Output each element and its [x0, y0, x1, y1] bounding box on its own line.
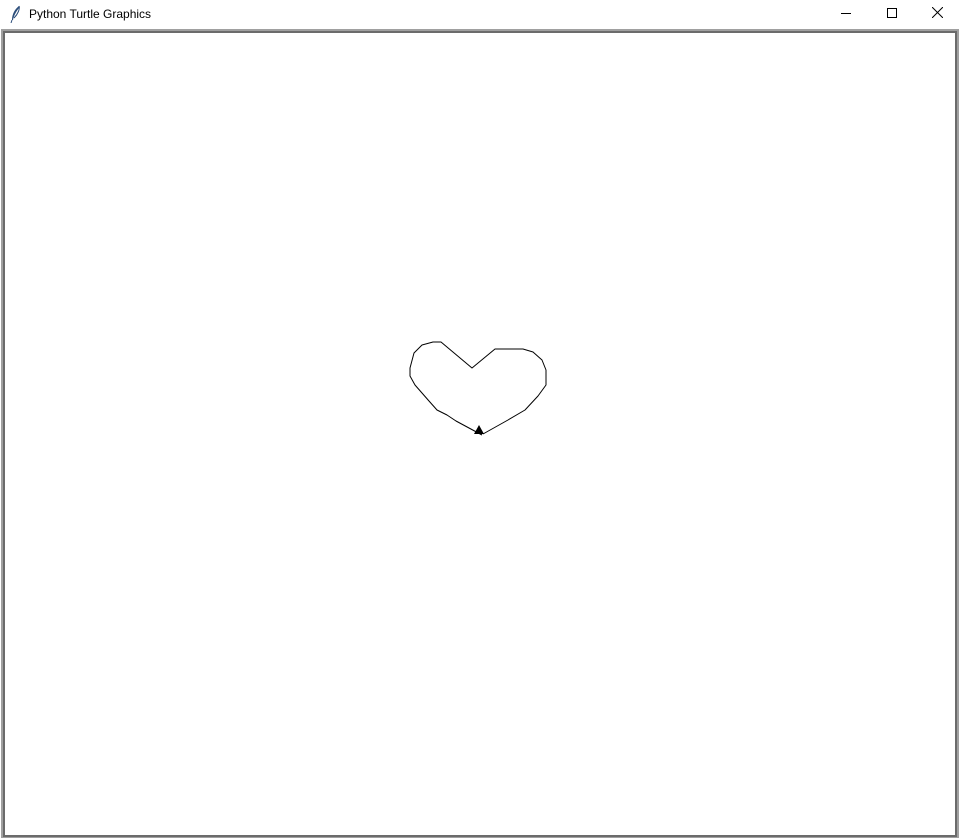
maximize-button[interactable] [869, 0, 915, 28]
close-button[interactable] [914, 0, 960, 28]
drawing-surface [409, 341, 547, 436]
close-icon [931, 5, 943, 23]
window-title: Python Turtle Graphics [29, 7, 152, 21]
turtle-canvas[interactable] [5, 33, 955, 835]
minimize-button[interactable] [823, 0, 869, 28]
maximize-icon [887, 5, 897, 23]
turtle-window: Python Turtle Graphics [0, 0, 960, 838]
canvas-border [3, 31, 957, 837]
feather-icon [9, 5, 23, 24]
title-bar[interactable]: Python Turtle Graphics [0, 0, 960, 28]
turtle-cursor-icon [474, 425, 484, 434]
minimize-icon [841, 5, 851, 23]
client-area [1, 29, 959, 838]
heart-outline [409, 341, 547, 436]
